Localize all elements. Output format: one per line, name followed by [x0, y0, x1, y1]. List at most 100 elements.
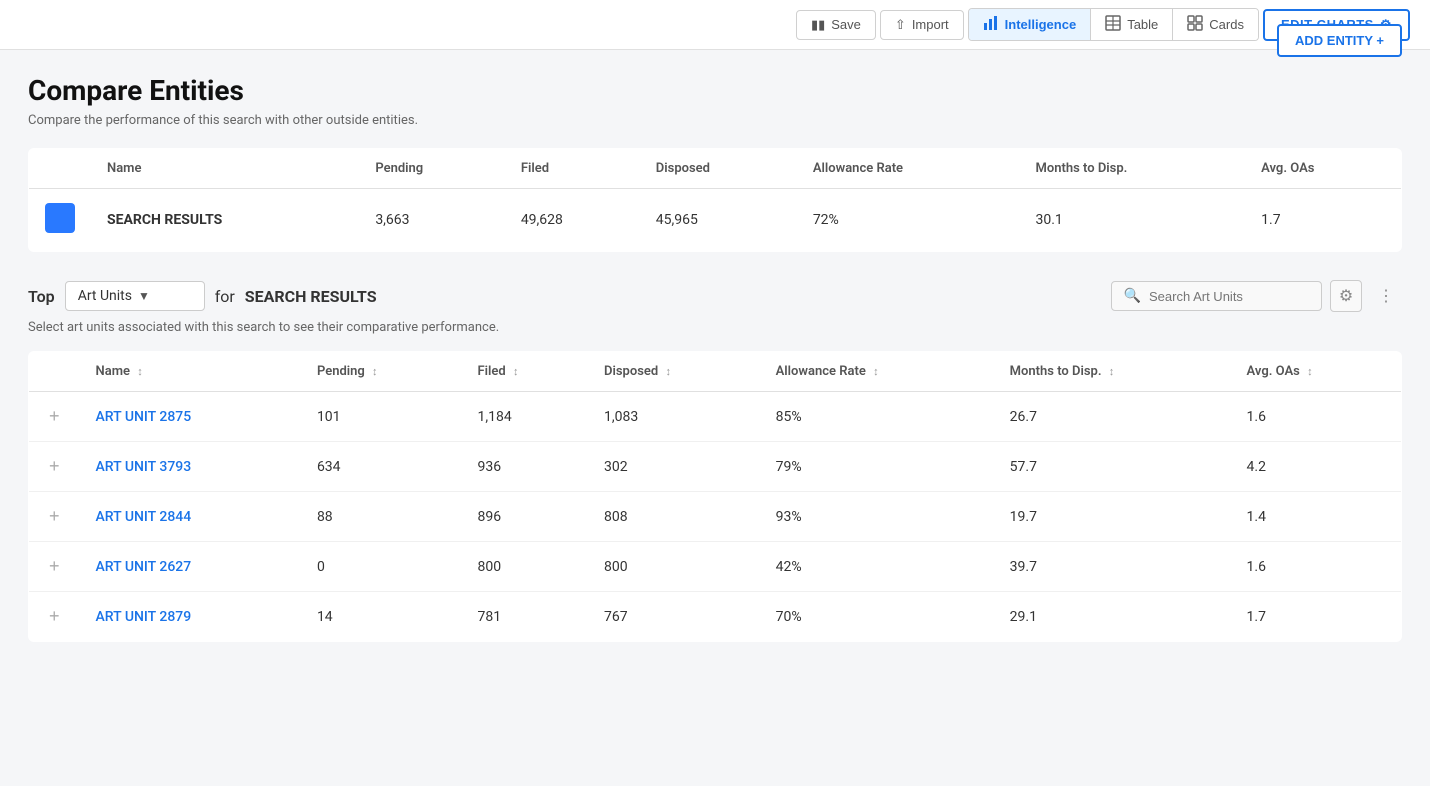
au-disposed-col-header: Disposed ↕ — [588, 352, 760, 392]
disposed-col-header: Disposed — [640, 149, 797, 189]
intelligence-icon — [983, 15, 999, 34]
add-col-header — [29, 352, 80, 392]
au-allowance-col-header: Allowance Rate ↕ — [760, 352, 994, 392]
art-unit-filed-cell: 936 — [462, 442, 589, 492]
art-units-table-header: Name ↕ Pending ↕ Filed ↕ Disposed ↕ Allo… — [29, 352, 1402, 392]
art-unit-allowance-cell: 93% — [760, 492, 994, 542]
import-button[interactable]: ⇧ Import — [880, 10, 964, 40]
intelligence-label: Intelligence — [1005, 17, 1077, 32]
add-art-unit-button[interactable]: + — [45, 506, 64, 527]
art-unit-link[interactable]: ART UNIT 3793 — [96, 459, 192, 475]
art-unit-link[interactable]: ART UNIT 2844 — [96, 509, 192, 525]
art-units-table: Name ↕ Pending ↕ Filed ↕ Disposed ↕ Allo… — [28, 351, 1402, 642]
table-icon — [1105, 15, 1121, 34]
art-unit-disposed-cell: 1,083 — [588, 392, 760, 442]
add-art-unit-button[interactable]: + — [45, 606, 64, 627]
save-button[interactable]: ▮▮ Save — [796, 10, 876, 40]
art-unit-allowance-cell: 70% — [760, 592, 994, 642]
table-row: SEARCH RESULTS 3,663 49,628 45,965 72% 3… — [29, 189, 1402, 252]
entities-table-header: Name Pending Filed Disposed Allowance Ra… — [29, 149, 1402, 189]
art-unit-add-cell: + — [29, 542, 80, 592]
add-entity-button[interactable]: ADD ENTITY + — [1277, 24, 1402, 57]
import-label: Import — [912, 17, 949, 32]
months-disp-col-header: Months to Disp. — [1020, 149, 1246, 189]
grid-view-button[interactable]: ⋮ — [1370, 280, 1402, 312]
table-row: + ART UNIT 3793 634 936 302 79% 57.7 4.2 — [29, 442, 1402, 492]
gear-icon: ⚙ — [1339, 286, 1353, 306]
search-icon: 🔍 — [1124, 288, 1141, 304]
sort-icon: ↕ — [513, 365, 519, 378]
art-unit-name-cell: ART UNIT 2844 — [80, 492, 301, 542]
sort-icon: ↕ — [1109, 365, 1115, 378]
art-units-description: Select art units associated with this se… — [28, 320, 1402, 335]
intelligence-tab[interactable]: Intelligence — [969, 9, 1092, 40]
art-unit-name-cell: ART UNIT 3793 — [80, 442, 301, 492]
settings-button[interactable]: ⚙ — [1330, 280, 1362, 312]
art-unit-add-cell: + — [29, 592, 80, 642]
sort-icon: ↕ — [1307, 365, 1313, 378]
au-pending-col-header: Pending ↕ — [301, 352, 462, 392]
art-unit-name-cell: ART UNIT 2879 — [80, 592, 301, 642]
page-title: Compare Entities — [28, 74, 418, 107]
art-unit-link[interactable]: ART UNIT 2879 — [96, 609, 192, 625]
table-row: + ART UNIT 2875 101 1,184 1,083 85% 26.7… — [29, 392, 1402, 442]
entity-months-cell: 30.1 — [1020, 189, 1246, 252]
search-art-units-input[interactable] — [1149, 289, 1309, 304]
art-unit-months-cell: 26.7 — [994, 392, 1231, 442]
top-label: Top — [28, 287, 55, 306]
art-unit-pending-cell: 14 — [301, 592, 462, 642]
name-col-header: Name — [91, 149, 359, 189]
table-row: + ART UNIT 2844 88 896 808 93% 19.7 1.4 — [29, 492, 1402, 542]
pending-col-header: Pending — [359, 149, 505, 189]
sort-icon: ↕ — [665, 365, 671, 378]
entity-avg-oas-cell: 1.7 — [1245, 189, 1401, 252]
entity-allowance-cell: 72% — [797, 189, 1020, 252]
art-units-dropdown[interactable]: Art Units ▼ — [65, 281, 205, 311]
art-unit-link[interactable]: ART UNIT 2627 — [96, 559, 192, 575]
art-unit-add-cell: + — [29, 442, 80, 492]
entity-filed-cell: 49,628 — [505, 189, 640, 252]
art-unit-link[interactable]: ART UNIT 2875 — [96, 409, 192, 425]
art-unit-disposed-cell: 767 — [588, 592, 760, 642]
art-unit-disposed-cell: 808 — [588, 492, 760, 542]
art-unit-add-cell: + — [29, 492, 80, 542]
cards-icon — [1187, 15, 1203, 34]
art-unit-allowance-cell: 85% — [760, 392, 994, 442]
entities-table: Name Pending Filed Disposed Allowance Ra… — [28, 148, 1402, 252]
import-icon: ⇧ — [895, 17, 906, 33]
art-unit-filed-cell: 1,184 — [462, 392, 589, 442]
add-art-unit-button[interactable]: + — [45, 456, 64, 477]
art-unit-avg-oas-cell: 1.6 — [1231, 392, 1402, 442]
entity-pending-cell: 3,663 — [359, 189, 505, 252]
save-label: Save — [831, 17, 861, 32]
art-unit-months-cell: 29.1 — [994, 592, 1231, 642]
add-art-unit-button[interactable]: + — [45, 556, 64, 577]
sort-icon: ↕ — [137, 365, 143, 378]
au-name-col-header: Name ↕ — [80, 352, 301, 392]
add-entity-label: ADD ENTITY + — [1295, 33, 1384, 48]
art-unit-avg-oas-cell: 4.2 — [1231, 442, 1402, 492]
allowance-rate-col-header: Allowance Rate — [797, 149, 1020, 189]
top-right-controls: 🔍 ⚙ ⋮ — [1111, 280, 1402, 312]
grid-icon: ⋮ — [1378, 286, 1394, 306]
art-unit-add-cell: + — [29, 392, 80, 442]
art-unit-disposed-cell: 302 — [588, 442, 760, 492]
table-tab[interactable]: Table — [1091, 9, 1173, 40]
sort-icon: ↕ — [873, 365, 879, 378]
art-unit-pending-cell: 101 — [301, 392, 462, 442]
cards-tab[interactable]: Cards — [1173, 9, 1258, 40]
page-header-text: Compare Entities Compare the performance… — [28, 74, 418, 148]
au-avg-oas-col-header: Avg. OAs ↕ — [1231, 352, 1402, 392]
filed-col-header: Filed — [505, 149, 640, 189]
entity-color-box — [45, 203, 75, 233]
entity-color-cell — [29, 189, 92, 252]
dropdown-value: Art Units — [78, 288, 132, 304]
art-unit-disposed-cell: 800 — [588, 542, 760, 592]
add-art-unit-button[interactable]: + — [45, 406, 64, 427]
for-label: for — [215, 287, 235, 306]
color-col-header — [29, 149, 92, 189]
top-bar: ▮▮ Save ⇧ Import Intelligence — [0, 0, 1430, 50]
search-results-label: SEARCH RESULTS — [245, 287, 377, 306]
sort-icon: ↕ — [372, 365, 378, 378]
art-unit-avg-oas-cell: 1.7 — [1231, 592, 1402, 642]
